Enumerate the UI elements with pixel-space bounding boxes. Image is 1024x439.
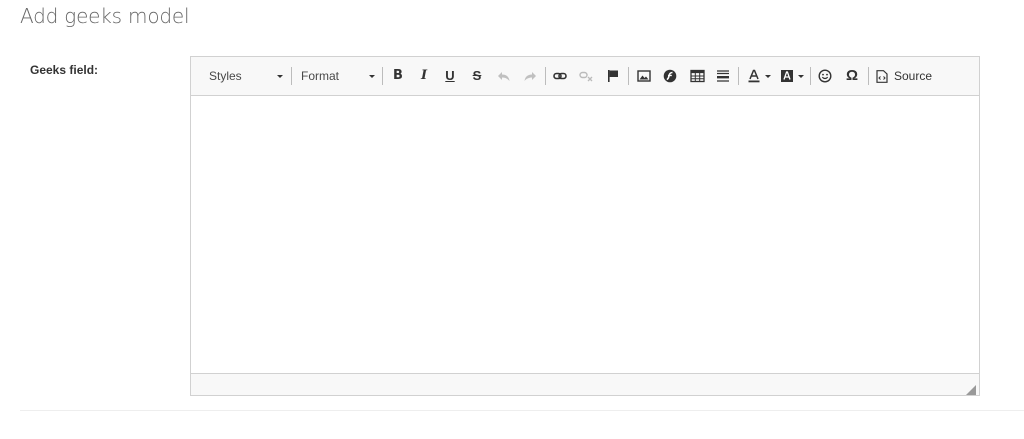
toolbar-separator	[291, 67, 292, 85]
redo-icon[interactable]	[520, 66, 540, 86]
toolbar-separator	[628, 67, 629, 85]
form-row-divider	[20, 410, 1024, 411]
text-color-icon[interactable]	[744, 66, 764, 86]
source-icon	[876, 70, 888, 83]
editor-content-area[interactable]	[191, 96, 979, 373]
link-icon[interactable]	[550, 66, 570, 86]
bold-icon[interactable]: B	[388, 66, 408, 86]
toolbar-separator	[738, 67, 739, 85]
editor-toolbar: Styles Format B I U S Ω Source	[191, 57, 979, 96]
background-color-icon[interactable]	[777, 66, 797, 86]
unlink-icon[interactable]	[576, 66, 596, 86]
styles-dropdown-label: Styles	[209, 69, 242, 83]
chevron-down-icon[interactable]	[798, 75, 804, 78]
undo-icon[interactable]	[494, 66, 514, 86]
styles-dropdown[interactable]: Styles	[209, 66, 285, 86]
format-dropdown[interactable]: Format	[301, 66, 377, 86]
source-button-label: Source	[894, 69, 933, 83]
anchor-flag-icon[interactable]	[603, 66, 623, 86]
horizontal-line-icon[interactable]	[713, 66, 733, 86]
resize-grip-icon[interactable]	[966, 382, 976, 395]
format-dropdown-label: Format	[301, 69, 340, 83]
toolbar-separator	[382, 67, 383, 85]
special-character-icon[interactable]: Ω	[842, 66, 862, 86]
editor-bottom-bar	[191, 373, 979, 395]
chevron-down-icon[interactable]	[765, 75, 771, 78]
geeks-field-label: Geeks field:	[30, 63, 99, 77]
flash-icon[interactable]	[660, 66, 680, 86]
page-title: Add geeks model	[20, 4, 190, 28]
chevron-down-icon	[369, 75, 375, 78]
rich-text-editor: Styles Format B I U S Ω Source	[190, 56, 980, 396]
underline-icon[interactable]: U	[440, 66, 460, 86]
image-icon[interactable]	[634, 66, 654, 86]
table-icon[interactable]	[687, 66, 707, 86]
italic-icon[interactable]: I	[414, 66, 434, 86]
source-button[interactable]: Source	[876, 66, 932, 86]
toolbar-separator	[545, 67, 546, 85]
smiley-icon[interactable]	[815, 66, 835, 86]
toolbar-separator	[810, 67, 811, 85]
toolbar-separator	[868, 67, 869, 85]
strikethrough-icon[interactable]: S	[467, 66, 487, 86]
chevron-down-icon	[277, 75, 283, 78]
